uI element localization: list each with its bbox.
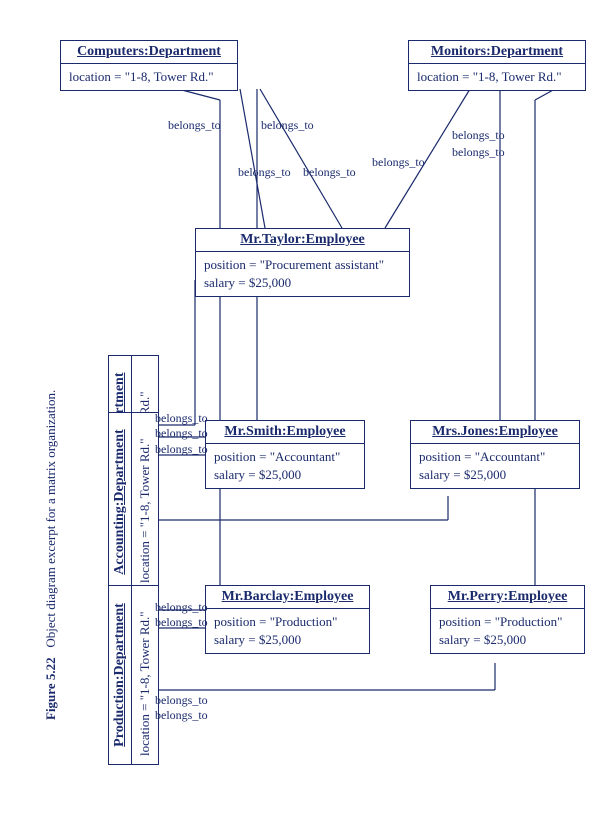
link-label: belongs_to <box>303 165 356 180</box>
attr-position: position = "Procurement assistant" <box>204 256 401 274</box>
attr-salary: salary = $25,000 <box>419 466 571 484</box>
object-perry-employee: Mr.Perry:Employee position = "Production… <box>430 585 585 654</box>
link-label: belongs_to <box>238 165 291 180</box>
link-label: belongs_to <box>452 145 505 160</box>
attr-location: location = "1-8, Tower Rd." <box>136 594 154 756</box>
link-label: belongs_to <box>155 708 208 723</box>
attr-salary: salary = $25,000 <box>204 274 401 292</box>
attr-position: position = "Production" <box>214 613 361 631</box>
attr-location: location = "1-8, Tower Rd." <box>136 421 154 583</box>
object-title: Mr.Smith:Employee <box>206 421 364 444</box>
object-title: Accounting:Department <box>109 413 132 591</box>
object-title: Mr.Taylor:Employee <box>196 229 409 252</box>
attr-position: position = "Accountant" <box>419 448 571 466</box>
object-title: Computers:Department <box>61 41 237 64</box>
object-barclay-employee: Mr.Barclay:Employee position = "Producti… <box>205 585 370 654</box>
attr-salary: salary = $25,000 <box>439 631 576 649</box>
attr-location: location = "1-8, Tower Rd." <box>69 68 229 86</box>
object-title: Production:Department <box>109 586 132 764</box>
object-title: Mr.Barclay:Employee <box>206 586 369 609</box>
attr-position: position = "Production" <box>439 613 576 631</box>
attr-salary: salary = $25,000 <box>214 466 356 484</box>
diagram-page: Computers:Department location = "1-8, To… <box>0 0 603 820</box>
link-label: belongs_to <box>155 615 208 630</box>
attr-location: location = "1-8, Tower Rd." <box>417 68 577 86</box>
link-label: belongs_to <box>155 426 208 441</box>
link-label: belongs_to <box>452 128 505 143</box>
caption-text: Object diagram excerpt for a matrix orga… <box>43 390 58 648</box>
link-label: belongs_to <box>155 693 208 708</box>
link-label: belongs_to <box>168 118 221 133</box>
link-label: belongs_to <box>155 411 208 426</box>
attr-position: position = "Accountant" <box>214 448 356 466</box>
figure-caption: Figure 5.22 Object diagram excerpt for a… <box>43 390 59 720</box>
object-smith-employee: Mr.Smith:Employee position = "Accountant… <box>205 420 365 489</box>
object-production-department: Production:Department location = "1-8, T… <box>108 585 159 765</box>
link-label: belongs_to <box>155 442 208 457</box>
object-computers-department: Computers:Department location = "1-8, To… <box>60 40 238 91</box>
link-label: belongs_to <box>372 155 425 170</box>
attr-salary: salary = $25,000 <box>214 631 361 649</box>
object-title: Mrs.Jones:Employee <box>411 421 579 444</box>
object-monitors-department: Monitors:Department location = "1-8, Tow… <box>408 40 586 91</box>
object-jones-employee: Mrs.Jones:Employee position = "Accountan… <box>410 420 580 489</box>
object-title: Mr.Perry:Employee <box>431 586 584 609</box>
caption-prefix: Figure 5.22 <box>43 657 58 720</box>
object-title: Monitors:Department <box>409 41 585 64</box>
link-label: belongs_to <box>261 118 314 133</box>
object-taylor-employee: Mr.Taylor:Employee position = "Procureme… <box>195 228 410 297</box>
object-accounting-department: Accounting:Department location = "1-8, T… <box>108 412 159 592</box>
link-label: belongs_to <box>155 600 208 615</box>
